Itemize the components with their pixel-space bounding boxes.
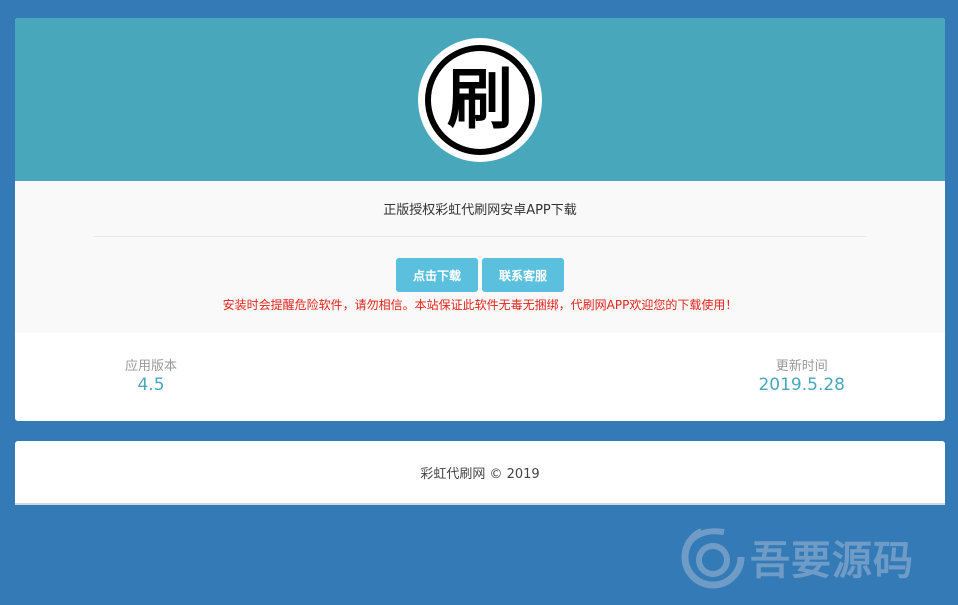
app-title: 正版授权彩虹代刷网安卓APP下载 (383, 203, 577, 218)
card-header: 刷 (15, 18, 945, 181)
watermark-logo-icon (681, 525, 745, 589)
download-button[interactable]: 点击下载 (396, 258, 478, 292)
warning-text: 安装时会提醒危险软件，请勿相信。本站保证此软件无毒无捆绑，代刷网APP欢迎您的下… (222, 298, 738, 312)
update-time-stat: 更新时间 2019.5.28 (758, 359, 845, 395)
version-stat: 应用版本 4.5 (125, 359, 177, 395)
download-section: 正版授权彩虹代刷网安卓APP下载 点击下载 联系客服 安装时会提醒危险软件，请勿… (15, 181, 945, 333)
version-value: 4.5 (137, 375, 165, 395)
footer-copyright: 彩虹代刷网 © 2019 (420, 466, 540, 482)
app-logo-char: 刷 (425, 44, 535, 155)
app-logo: 刷 (418, 37, 542, 162)
watermark: 吾要源码 (680, 522, 950, 592)
footer: 彩虹代刷网 © 2019 (15, 441, 945, 505)
contact-support-button[interactable]: 联系客服 (482, 258, 564, 292)
divider (94, 236, 866, 237)
stats-section: 应用版本 4.5 更新时间 2019.5.28 (15, 333, 945, 421)
app-download-card: 刷 正版授权彩虹代刷网安卓APP下载 点击下载 联系客服 安装时会提醒危险软件，… (15, 18, 945, 421)
update-time-label: 更新时间 (775, 359, 828, 374)
watermark-text: 吾要源码 (750, 537, 914, 584)
version-label: 应用版本 (125, 359, 178, 374)
button-row: 点击下载 联系客服 (15, 258, 945, 292)
update-time-value: 2019.5.28 (758, 375, 845, 395)
